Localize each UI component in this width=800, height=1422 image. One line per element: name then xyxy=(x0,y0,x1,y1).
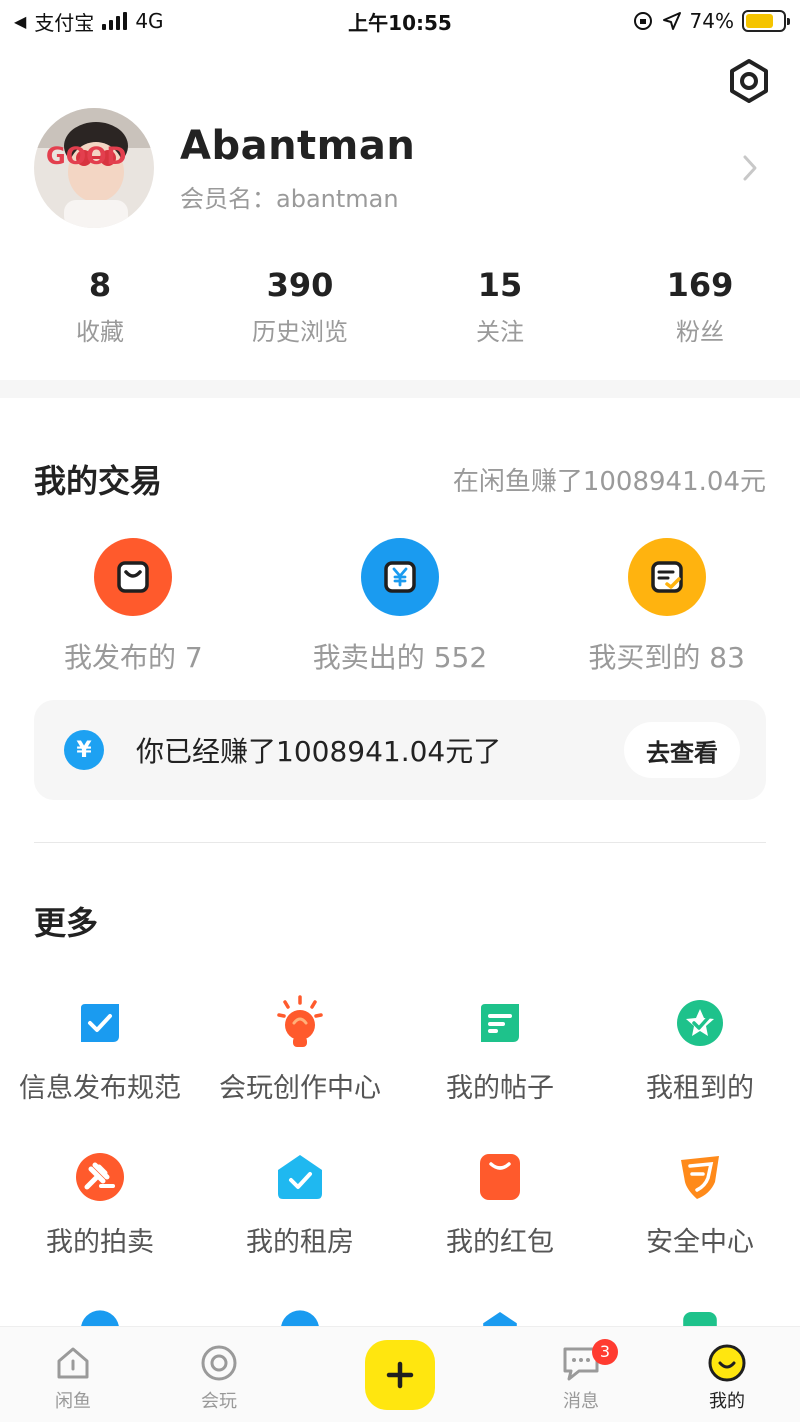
stat-value: 15 xyxy=(477,266,523,304)
order-icon xyxy=(627,538,706,616)
plus-icon xyxy=(386,1361,414,1388)
play-circle-icon xyxy=(201,1345,237,1381)
home-icon xyxy=(57,1347,89,1379)
grid-label: 我租到的 xyxy=(646,1073,754,1104)
grid-item-rented[interactable]: 我租到的 xyxy=(600,996,800,1150)
tab-play[interactable]: 会玩 xyxy=(146,1327,292,1422)
status-left: ◀ 支付宝 4G xyxy=(14,7,164,36)
smile-face-icon xyxy=(708,1344,746,1382)
tab-label: 我的 xyxy=(709,1391,745,1412)
yen-icon xyxy=(360,538,439,616)
grid-row: 我的拍卖 我的租房 我的红包 安全中心 xyxy=(0,1150,800,1304)
section-divider xyxy=(0,380,800,398)
tab-messages[interactable]: 3 消息 xyxy=(508,1327,654,1422)
stat-label: 历史浏览 xyxy=(252,318,348,346)
back-app-label[interactable]: 支付宝 xyxy=(34,7,94,36)
stat-following[interactable]: 15 关注 xyxy=(400,266,600,347)
grid-label: 会玩创作中心 xyxy=(219,1073,381,1104)
more-title: 更多 xyxy=(34,904,99,942)
grid-item-creator-center[interactable]: 会玩创作中心 xyxy=(200,995,400,1150)
lightbulb-icon xyxy=(275,995,325,1050)
stat-value: 8 xyxy=(88,266,112,304)
message-badge: 3 xyxy=(592,1339,618,1365)
stat-label: 收藏 xyxy=(76,318,124,346)
grid-label: 我的帖子 xyxy=(446,1073,554,1104)
grid-item-red-packet[interactable]: 我的红包 xyxy=(400,1150,600,1304)
grid-item-my-posts[interactable]: 我的帖子 xyxy=(400,996,600,1150)
post-icon xyxy=(475,996,525,1050)
rent-star-icon xyxy=(675,996,725,1050)
battery-percent: 74% xyxy=(689,9,734,33)
trade-item-published[interactable]: 我发布的 7 xyxy=(0,538,266,676)
stat-history[interactable]: 390 历史浏览 xyxy=(200,266,400,347)
earnings-banner[interactable]: ¥ 你已经赚了1008941.04元了 去查看 xyxy=(34,700,766,800)
more-grid: 信息发布规范 会玩创作中心 我的帖子 我租到的 我的拍卖 我的租房 我的红包 安… xyxy=(0,995,800,1344)
grid-label: 我的拍卖 xyxy=(46,1227,154,1258)
checklist-icon xyxy=(75,996,125,1050)
trade-title: 我的交易 xyxy=(34,462,163,500)
stat-value: 169 xyxy=(666,266,734,304)
battery-fill xyxy=(746,14,773,28)
house-icon xyxy=(275,1150,325,1204)
earn-summary[interactable]: 在闲鱼赚了1008941.04元 xyxy=(453,461,766,498)
tab-publish[interactable] xyxy=(292,1327,508,1422)
username: Abantman xyxy=(180,122,416,169)
tab-label: 闲鱼 xyxy=(55,1391,91,1412)
network-label: 4G xyxy=(135,9,164,33)
grid-item-publish-rules[interactable]: 信息发布规范 xyxy=(0,996,200,1150)
trade-item-bought[interactable]: 我买到的 83 xyxy=(534,538,800,676)
publish-button[interactable] xyxy=(365,1339,435,1410)
tab-me[interactable]: 我的 xyxy=(654,1327,800,1422)
earnings-text: 你已经赚了1008941.04元了 xyxy=(136,735,502,768)
red-packet-icon xyxy=(475,1150,525,1204)
trade-header: 我的交易 在闲鱼赚了1008941.04元 xyxy=(34,456,766,502)
avatar-text: GOOD xyxy=(46,142,126,170)
grid-item-security-center[interactable]: 安全中心 xyxy=(600,1150,800,1304)
stat-favorites[interactable]: 8 收藏 xyxy=(0,266,200,347)
grid-label: 我的租房 xyxy=(246,1227,354,1258)
settings-gear-icon[interactable] xyxy=(726,58,772,104)
status-right: 74% xyxy=(632,9,790,33)
avatar-image: GOOD xyxy=(34,108,154,228)
stat-label: 粉丝 xyxy=(676,318,724,346)
profile-header[interactable]: GOOD Abantman 会员名：abantman xyxy=(34,108,774,228)
stat-label: 关注 xyxy=(476,318,524,346)
rotation-lock-icon xyxy=(633,12,652,30)
battery-icon xyxy=(742,10,790,32)
status-bar: ◀ 支付宝 4G 上午10:55 74% xyxy=(0,0,800,42)
bottom-tab-bar: 闲鱼 会玩 3 消息 我的 xyxy=(0,1326,800,1422)
avatar[interactable]: GOOD xyxy=(34,108,154,228)
grid-item-auction[interactable]: 我的拍卖 xyxy=(0,1150,200,1304)
grid-label: 安全中心 xyxy=(646,1227,754,1258)
shield-icon xyxy=(675,1150,725,1204)
tab-label: 会玩 xyxy=(201,1391,237,1412)
grid-row: 信息发布规范 会玩创作中心 我的帖子 我租到的 xyxy=(0,995,800,1150)
tab-label: 消息 xyxy=(563,1391,599,1412)
auction-hammer-icon xyxy=(75,1150,125,1204)
view-earnings-button[interactable]: 去查看 xyxy=(624,722,740,778)
location-arrow-icon xyxy=(662,12,681,30)
thin-divider xyxy=(34,842,766,843)
trade-label: 我发布的 7 xyxy=(63,641,203,674)
stat-fans[interactable]: 169 粉丝 xyxy=(600,266,800,347)
stat-value: 390 xyxy=(266,266,334,304)
trade-item-sold[interactable]: 我卖出的 552 xyxy=(267,538,533,676)
stats-row: 8 收藏 390 历史浏览 15 关注 169 粉丝 xyxy=(0,266,800,347)
bag-icon xyxy=(94,538,173,616)
member-id: abantman xyxy=(276,184,399,213)
grid-item-housing[interactable]: 我的租房 xyxy=(200,1150,400,1304)
profile-text: Abantman 会员名：abantman xyxy=(180,123,774,214)
grid-label: 信息发布规范 xyxy=(19,1073,181,1104)
trade-label: 我卖出的 552 xyxy=(312,641,488,674)
back-arrow-icon[interactable]: ◀ xyxy=(14,12,26,31)
member-label: 会员名： xyxy=(180,184,276,213)
trade-label: 我买到的 83 xyxy=(588,641,745,674)
trade-items: 我发布的 7 我卖出的 552 我买到的 83 xyxy=(0,538,800,676)
yen-coin-icon: ¥ xyxy=(64,730,104,770)
grid-label: 我的红包 xyxy=(446,1227,554,1258)
tab-home[interactable]: 闲鱼 xyxy=(0,1327,146,1422)
signal-icon xyxy=(102,12,128,30)
chevron-right-icon[interactable] xyxy=(740,152,760,184)
member-line: 会员名：abantman xyxy=(180,179,774,214)
